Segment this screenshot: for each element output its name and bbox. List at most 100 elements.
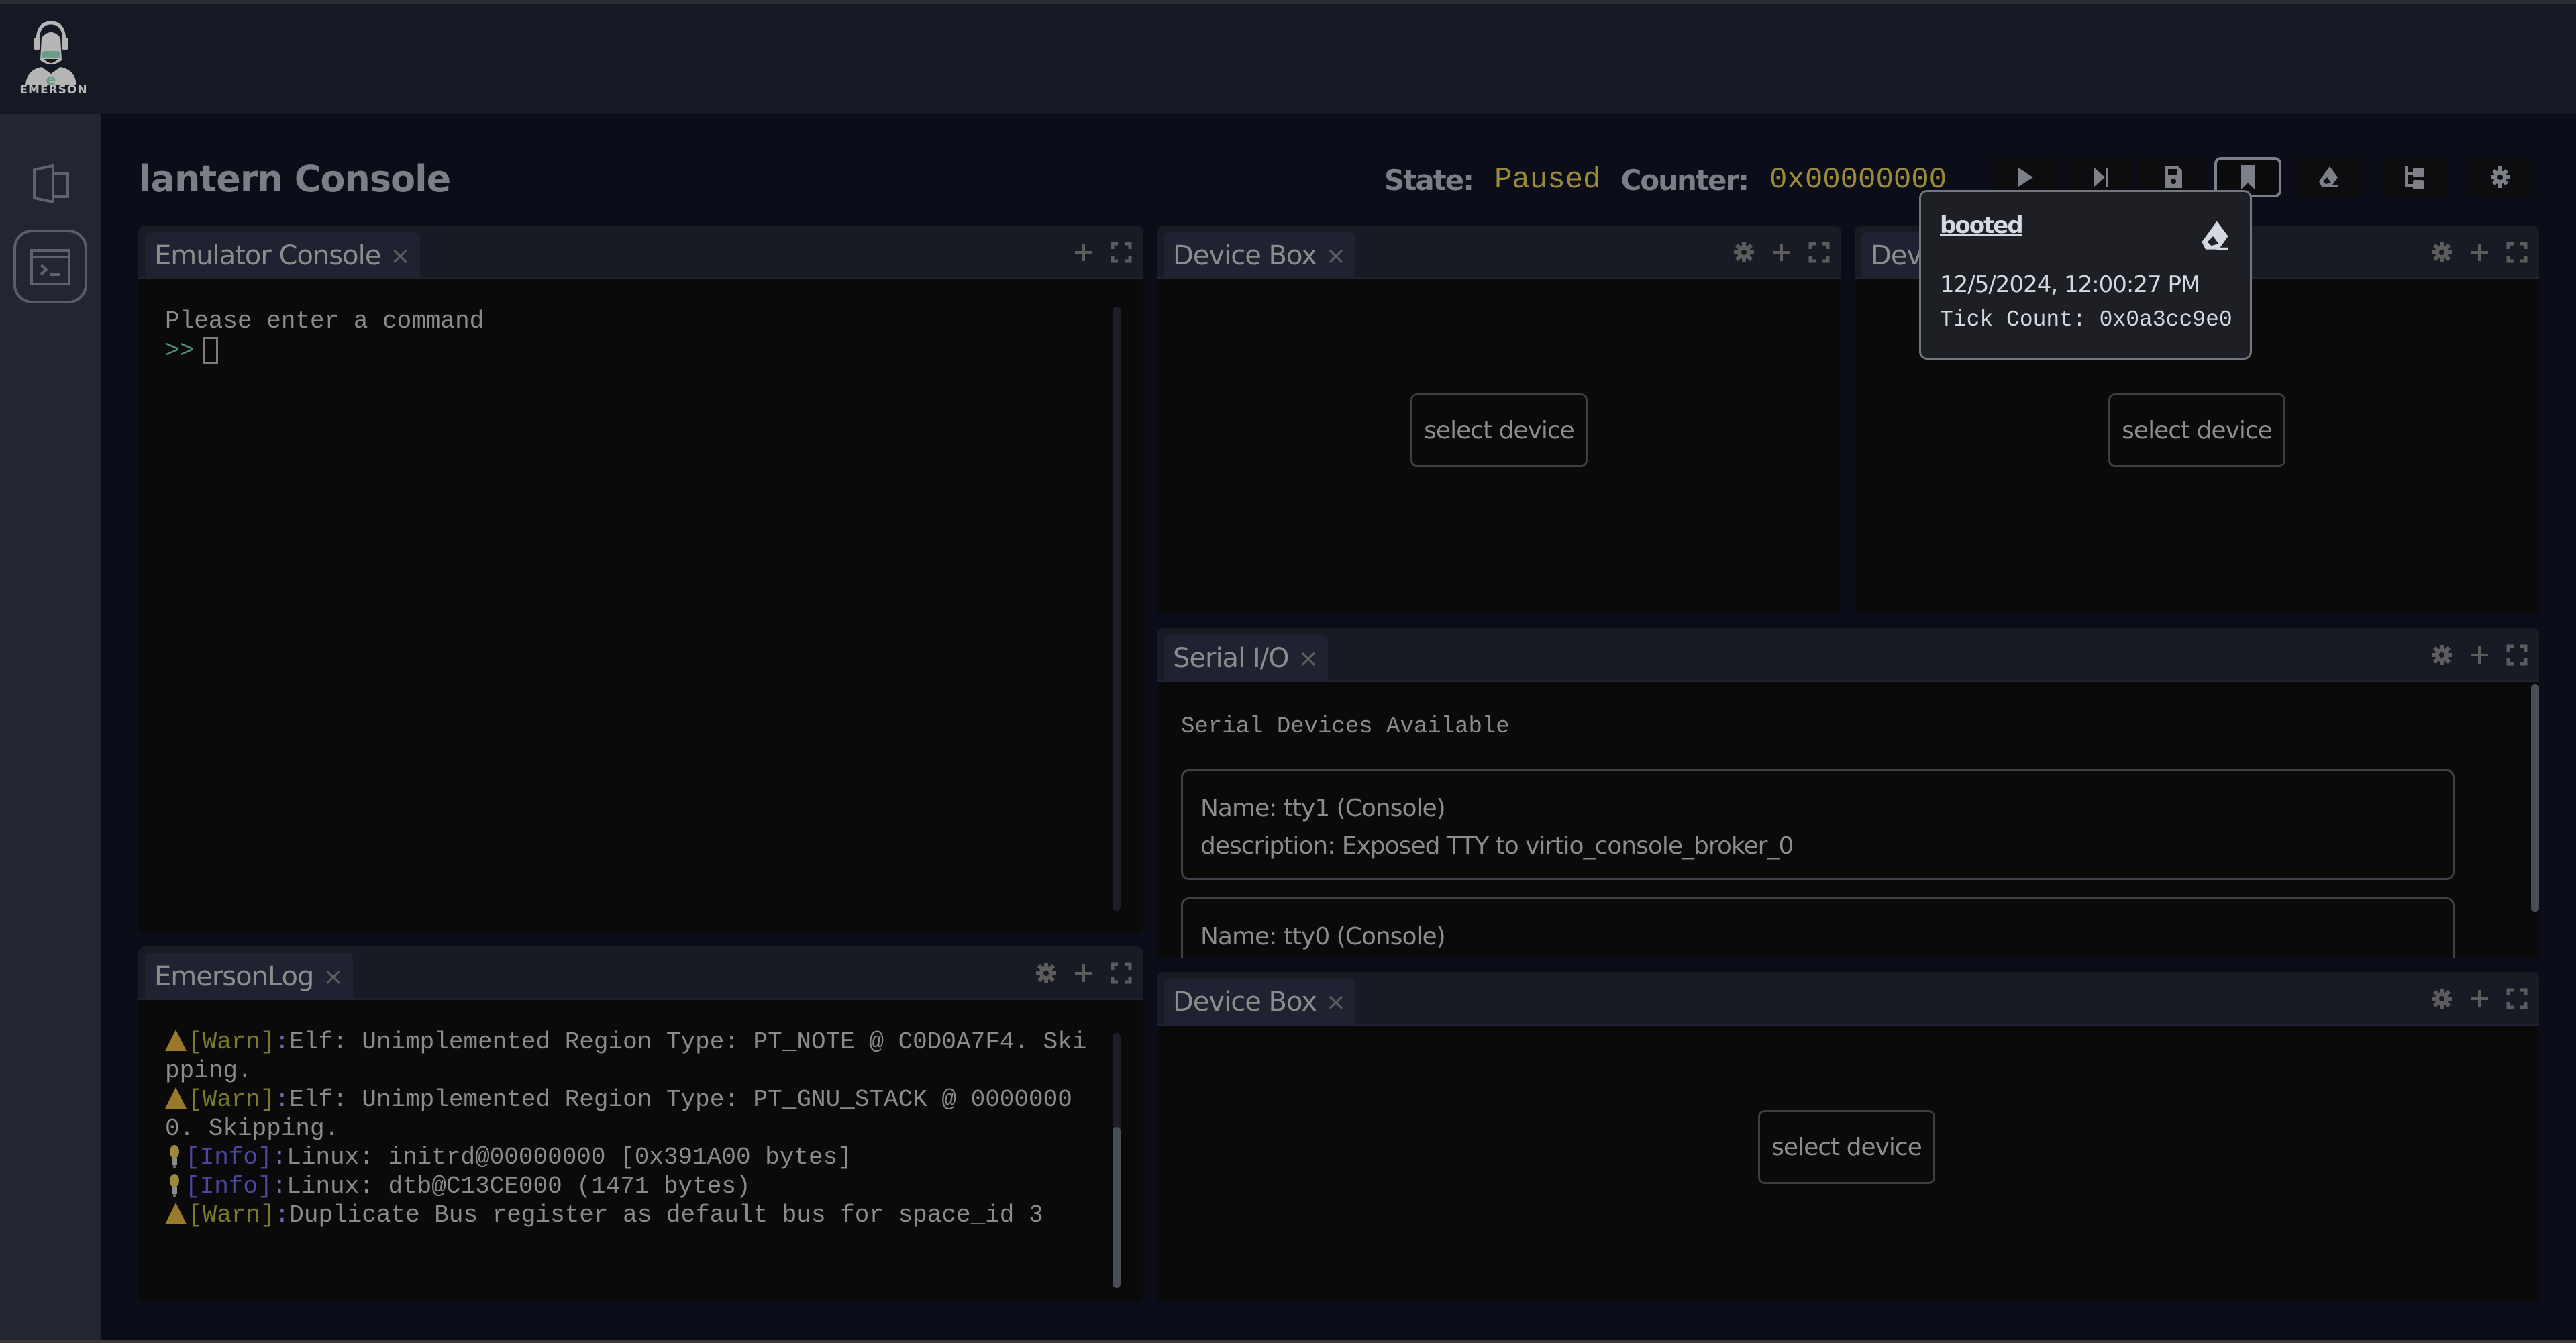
close-icon[interactable]: × [323,963,343,991]
emerson-avatar-icon: e [25,21,76,85]
serial-device-name: Name: tty1 (Console) [1200,795,1446,822]
eraser-icon[interactable] [2196,217,2234,255]
serial-scrollbar[interactable] [2531,684,2539,912]
eraser-icon [2319,166,2338,187]
add-icon[interactable] [2467,240,2492,265]
panel-actions [1033,960,1134,987]
warning-icon [165,1203,187,1224]
panel-actions [1071,239,1134,266]
warning-icon [165,1087,187,1109]
emulator-status: State: Paused Counter: 0x00000000 [1384,161,1967,199]
maximize-icon[interactable] [2504,240,2530,265]
console-scrollbar[interactable] [1113,307,1121,911]
log-separator: : [274,1086,290,1113]
tab-device-box[interactable]: Device Box × [1164,979,1356,1026]
settings-button[interactable] [2467,157,2534,197]
log-body: [Warn]:Elf: Unimplemented Region Type: P… [138,1002,1143,1302]
select-device-button[interactable]: select device [2108,393,2285,467]
log-scrollbar[interactable] [1113,1033,1121,1288]
folder-tree-icon [2405,166,2424,189]
add-icon[interactable] [1071,960,1096,986]
maximize-icon[interactable] [1109,240,1134,265]
sidebar-item-layout[interactable] [13,146,87,220]
panel-header: Serial I/O × [1157,628,2539,682]
close-icon[interactable]: × [1326,989,1346,1016]
bookmark-timestamp: 12/5/2024, 12:00:27 PM [1940,271,2200,298]
state-label: State: [1384,163,1474,197]
maximize-icon[interactable] [2504,642,2530,668]
log-separator: : [272,1144,287,1171]
panel-actions [2429,239,2530,266]
log-message: Linux: dtb@C13CE000 (1471 bytes) [287,1173,751,1200]
tab-device-box[interactable]: Device Box × [1164,232,1356,279]
logo-text: EMERSON [19,83,88,97]
serial-io-body: Serial Devices Available Name: tty1 (Con… [1157,684,2539,958]
gear-icon[interactable] [2429,642,2455,668]
serial-device-card[interactable]: Name: tty0 (Console) description: Expose… [1181,897,2455,958]
layout-tree-button[interactable] [2381,157,2448,197]
panels-icon [33,164,69,203]
tab-label: Device Box [1173,987,1317,1017]
log-message: Elf: Unimplemented Region Type: PT_GNU_S… [165,1086,1072,1142]
bookmark-title-link[interactable]: booted [1940,212,2024,239]
console-message: Please enter a command [165,307,484,335]
tab-label: Emulator Console [154,240,381,271]
log-entry: [Warn]:Elf: Unimplemented Region Type: P… [165,1085,1100,1143]
panel-actions [2429,985,2530,1012]
bookmark-icon [2241,165,2255,189]
gear-icon[interactable] [1731,240,1757,265]
sidebar [0,114,101,1343]
log-level-tag: [Warn] [188,1201,275,1229]
maximize-icon[interactable] [1109,960,1134,986]
panel-header: Emulator Console × [138,226,1143,279]
page-title: lantern Console [139,158,451,200]
close-icon[interactable]: × [1298,645,1319,673]
erase-button[interactable] [2295,157,2362,197]
close-icon[interactable]: × [1326,242,1346,270]
close-icon[interactable]: × [390,242,410,270]
tab-emerson-log[interactable]: EmersonLog × [145,953,353,1000]
add-icon[interactable] [1769,240,1794,265]
gear-icon[interactable] [2429,986,2455,1011]
log-entry: [Info]:Linux: dtb@C13CE000 (1471 bytes) [165,1172,1100,1201]
save-icon [2165,166,2182,188]
gear-icon[interactable] [1033,960,1059,986]
select-device-button[interactable]: select device [1758,1110,1935,1184]
select-device-button[interactable]: select device [1410,393,1588,467]
tab-emulator-console[interactable]: Emulator Console × [145,232,420,279]
gear-icon[interactable] [2429,240,2455,265]
terminal-icon [30,249,70,285]
emulator-console-panel: Emulator Console × Please enter a comman… [138,226,1143,933]
warning-icon [165,1030,187,1051]
emerson-log-panel: EmersonLog × [Warn]:Elf: Unimplemented R… [138,946,1143,1302]
serial-heading: Serial Devices Available [1181,714,1510,740]
log-separator: : [272,1173,287,1200]
step-forward-icon [2094,168,2108,187]
log-entry: [Info]:Linux: initrd@00000000 [0x391A00 … [165,1143,1100,1172]
tab-label: Serial I/O [1173,643,1290,674]
log-level-tag: [Warn] [188,1028,275,1056]
state-value: Paused [1494,163,1601,197]
device-box-panel-3: Device Box × select device [1157,972,2539,1302]
panel-header: EmersonLog × [138,946,1143,1000]
serial-device-card[interactable]: Name: tty1 (Console) description: Expose… [1181,769,2455,880]
sidebar-item-console[interactable] [13,230,87,303]
log-separator: : [274,1028,290,1056]
add-icon[interactable] [1071,240,1096,265]
log-separator: : [274,1201,290,1229]
add-icon[interactable] [2467,986,2492,1011]
serial-device-description: description: Exposed TTY to ... [1200,956,2435,958]
tab-serial-io[interactable]: Serial I/O × [1164,635,1328,682]
console-prompt: >> [165,337,195,364]
console-body[interactable]: Please enter a command >> [138,281,1143,933]
add-icon[interactable] [2467,642,2492,668]
log-scrollbar-thumb[interactable] [1113,1127,1121,1288]
console-output: Please enter a command >> [165,307,484,366]
maximize-icon[interactable] [2504,986,2530,1011]
panel-header: Device Box × [1157,972,2539,1026]
maximize-icon[interactable] [1806,240,1832,265]
counter-label: Counter: [1620,163,1749,197]
gear-icon [2491,166,2510,188]
console-input-cursor[interactable] [203,337,219,364]
serial-io-panel: Serial I/O × Serial Devices Available Na… [1157,628,2539,958]
